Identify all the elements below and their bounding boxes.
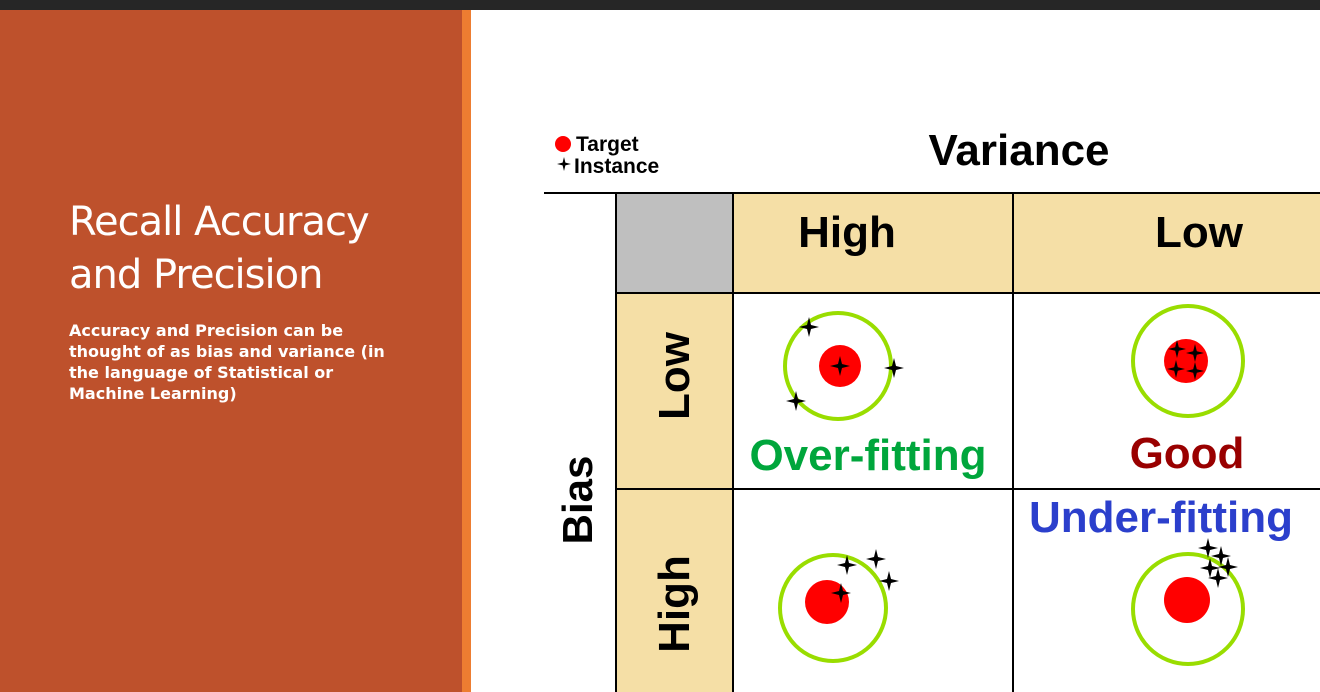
window-top-bar xyxy=(0,0,1320,10)
overfitting-label: Over-fitting xyxy=(749,431,986,480)
accent-stripe xyxy=(462,10,471,692)
target-low-bias-high-variance xyxy=(783,311,904,421)
legend-instance-icon xyxy=(557,157,571,171)
variance-header: Variance xyxy=(928,126,1109,175)
target-high-bias-high-variance xyxy=(778,549,899,663)
column-label-high: High xyxy=(798,208,896,257)
target-high-bias-low-variance xyxy=(1131,538,1245,666)
column-label-low: Low xyxy=(1155,208,1244,257)
legend-instance-label: Instance xyxy=(574,155,659,178)
slide-title: Recall Accuracy and Precision xyxy=(69,199,370,298)
legend-target-label: Target xyxy=(576,133,639,156)
row-label-high: High xyxy=(650,555,699,653)
figure-panel: Target Instance Variance Bias High Low L… xyxy=(471,10,1320,692)
slide-body-text: Accuracy and Precision can be thought of… xyxy=(69,321,385,403)
bias-variance-figure: Target Instance Variance Bias High Low L… xyxy=(544,126,1320,692)
good-label: Good xyxy=(1130,429,1245,478)
underfitting-label: Under-fitting xyxy=(1029,493,1293,542)
row-label-low: Low xyxy=(650,331,699,420)
bias-header: Bias xyxy=(554,456,601,545)
target-low-bias-low-variance xyxy=(1131,304,1245,418)
corner-cell xyxy=(616,194,733,293)
legend-target-dot xyxy=(555,136,571,152)
